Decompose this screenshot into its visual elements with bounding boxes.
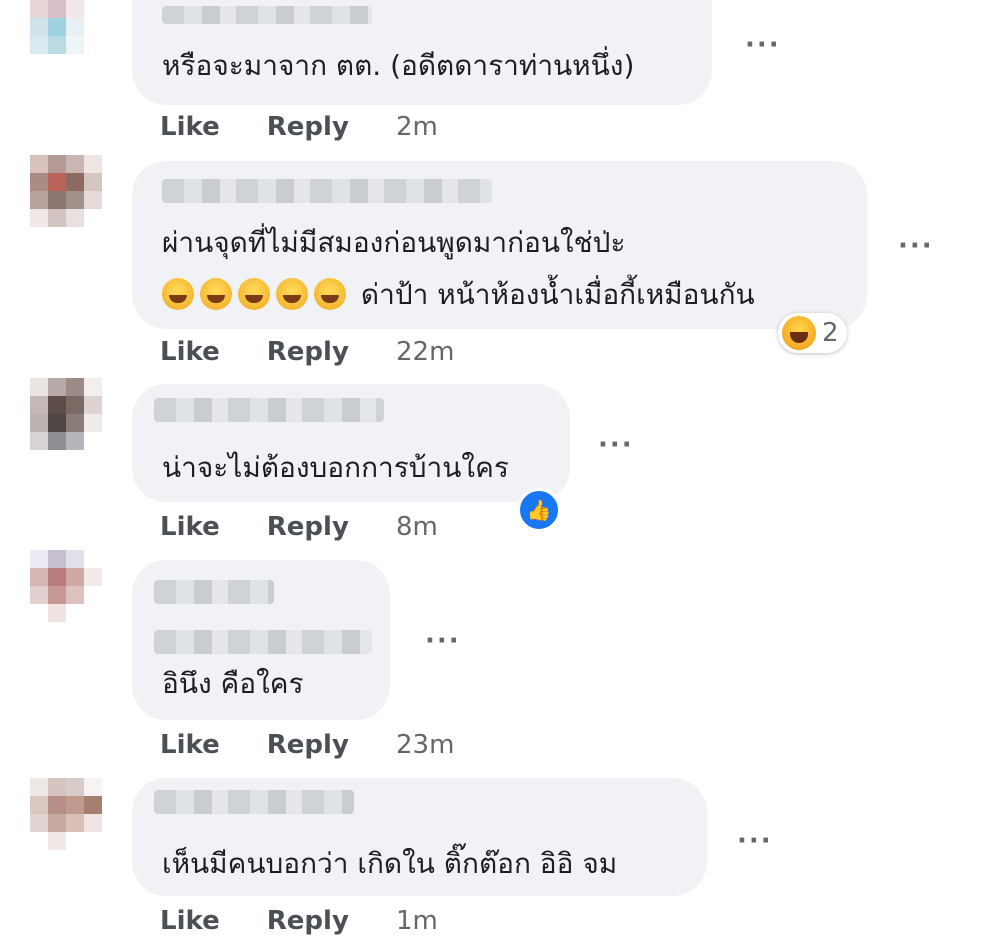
- like-button[interactable]: Like: [160, 730, 220, 760]
- avatar[interactable]: [30, 778, 102, 850]
- comment-actions: Like Reply 8m: [160, 512, 438, 542]
- comment-text: เห็นมีคนบอกว่า เกิดใน ติ๊กต๊อก อิอิ จม: [162, 847, 618, 880]
- comment-actions: Like Reply 2m: [160, 112, 438, 142]
- comment-bubble: ผ่านจุดที่ไม่มีสมองก่อนพูดมาก่อนใช่ป่ะ ด…: [132, 161, 867, 329]
- author-name-blurred[interactable]: [162, 6, 372, 24]
- like-reaction-icon[interactable]: 👍: [517, 488, 561, 532]
- comment-text-line-1: ผ่านจุดที่ไม่มีสมองก่อนพูดมาก่อนใช่ป่ะ: [162, 226, 626, 259]
- reaction-count-badge[interactable]: 2: [778, 313, 847, 353]
- author-name-blurred[interactable]: [154, 398, 384, 422]
- timestamp[interactable]: 2m: [396, 112, 438, 142]
- grinning-emoji-icon: [162, 278, 194, 310]
- author-subtitle-blurred: [154, 630, 372, 654]
- comment-text-line-2-words: ด่าป้า หน้าห้องน้ำเมื่อกี้เหมือนกัน: [360, 278, 755, 311]
- reply-button[interactable]: Reply: [267, 906, 349, 936]
- comment-text: อินึง คือใคร: [162, 667, 304, 700]
- reaction-count: 2: [822, 318, 839, 348]
- timestamp[interactable]: 1m: [396, 906, 438, 936]
- comment-actions: Like Reply 22m: [160, 337, 454, 367]
- author-name-blurred[interactable]: [162, 179, 492, 203]
- comment-text-line-2: ด่าป้า หน้าห้องน้ำเมื่อกี้เหมือนกัน: [162, 275, 755, 315]
- comment-bubble: น่าจะไม่ต้องบอกการบ้านใคร: [132, 384, 570, 502]
- more-options-button[interactable]: ···: [898, 231, 934, 261]
- timestamp[interactable]: 23m: [396, 730, 454, 760]
- comment-bubble: เห็นมีคนบอกว่า เกิดใน ติ๊กต๊อก อิอิ จม: [132, 778, 707, 896]
- timestamp[interactable]: 22m: [396, 337, 454, 367]
- reply-button[interactable]: Reply: [267, 337, 349, 367]
- comment-text: หรือจะมาจาก ตต. (อดีตดาราท่านหนึ่ง): [162, 49, 635, 82]
- grinning-emoji-icon: [200, 278, 232, 310]
- like-button[interactable]: Like: [160, 337, 220, 367]
- author-name-blurred[interactable]: [154, 580, 274, 604]
- comment-actions: Like Reply 23m: [160, 730, 454, 760]
- avatar[interactable]: [30, 0, 102, 72]
- comment-actions: Like Reply 1m: [160, 906, 438, 936]
- grinning-emoji-icon: [238, 278, 270, 310]
- avatar[interactable]: [30, 155, 102, 227]
- like-button[interactable]: Like: [160, 906, 220, 936]
- more-options-button[interactable]: ···: [745, 30, 781, 60]
- author-name-blurred[interactable]: [154, 790, 354, 814]
- reply-button[interactable]: Reply: [267, 112, 349, 142]
- comment-text: น่าจะไม่ต้องบอกการบ้านใคร: [162, 451, 509, 484]
- grinning-emoji-icon: [314, 278, 346, 310]
- more-options-button[interactable]: ···: [598, 430, 634, 460]
- reply-button[interactable]: Reply: [267, 512, 349, 542]
- haha-reaction-icon: [782, 316, 816, 350]
- comment-bubble: อินึง คือใคร: [132, 560, 390, 720]
- timestamp[interactable]: 8m: [396, 512, 438, 542]
- comment-bubble: หรือจะมาจาก ตต. (อดีตดาราท่านหนึ่ง): [132, 0, 712, 105]
- reply-button[interactable]: Reply: [267, 730, 349, 760]
- avatar[interactable]: [30, 378, 102, 450]
- like-button[interactable]: Like: [160, 512, 220, 542]
- like-button[interactable]: Like: [160, 112, 220, 142]
- more-options-button[interactable]: ···: [737, 826, 773, 856]
- avatar[interactable]: [30, 550, 102, 622]
- more-options-button[interactable]: ···: [425, 626, 461, 656]
- grinning-emoji-icon: [276, 278, 308, 310]
